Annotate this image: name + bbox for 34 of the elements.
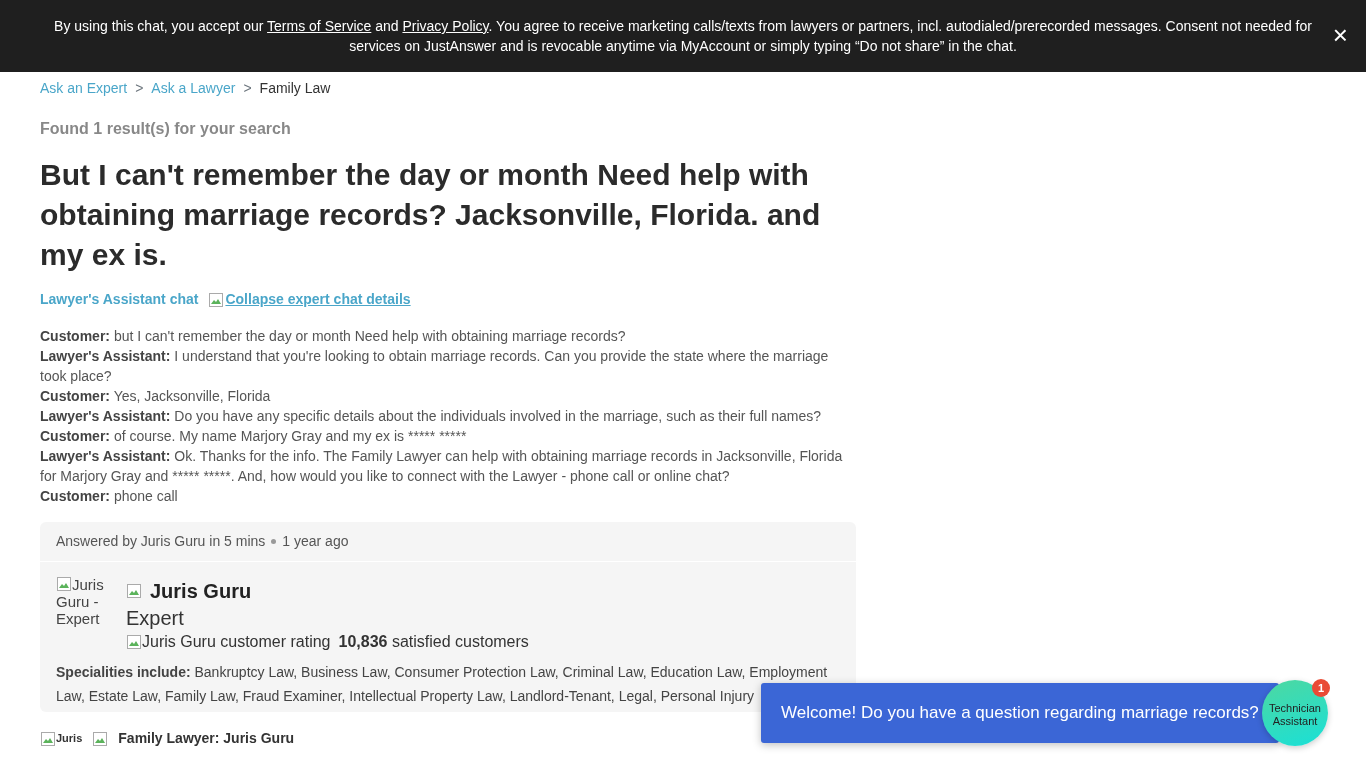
broken-image-icon [126,583,142,599]
rating-broken-image: Juris Guru customer rating [126,630,331,654]
chat-message: Customer: but I can't remember the day or month Need help with obtaining marriage records? [40,327,627,346]
chat-message: Lawyer's Assistant: Do you have any specific details about the individuals involved in the marriage, such as their full names? [40,407,822,426]
chat-message: Customer: of course. My name Marjory Gray and my ex is ***** ***** [40,427,468,446]
broken-image-icon [40,730,56,747]
author-label: Family Lawyer: Juris Guru [118,729,295,748]
breadcrumb-current: Family Law [259,79,331,98]
consent-text: By using this chat, you accept our Terms of Service and Privacy Policy. You agree to receive marketing calls/texts from lawyers or partners, incl. autodialed/prerecorded messages. Consent not needed for services on JustAnswer and is revocable anytime via MyAccount or simply typing “Do not share” in the chat. [53,17,1313,56]
chat-message: Lawyer's Assistant: Ok. Thanks for the info. The Family Lawyer can help with obtaining marriage records in Jacksonville, Florida for Marjory Gray and ***** *****. And, how would you like to connect with the Lawyer - phone call or online chat? [40,447,844,486]
broken-image-icon [208,291,225,308]
satisfied-customers: 10,836 satisfied customers [338,632,529,652]
chat-message: Customer: Yes, Jacksonville, Florida [40,387,272,406]
close-button[interactable]: × [1332,22,1348,48]
question-title: But I can't remember the day or month Need help with obtaining marriage records? Jacksonville, Florida. and my ex is. [40,157,822,273]
broken-image-icon [92,730,109,747]
separator-dot [271,539,277,544]
avatar-broken-image: Juris Guru - Expert [56,576,105,629]
notification-badge: 1 [1312,679,1330,697]
broken-image-icon [126,634,142,650]
results-note: Found 1 result(s) for your search [40,119,292,139]
time-ago: 1 year ago [282,532,349,551]
breadcrumb-separator: > [135,79,144,98]
breadcrumb-separator: > [243,79,252,98]
policy-link[interactable]: Terms of Service [267,18,372,34]
chat-heading: Lawyer's Assistant chat [40,290,199,309]
policy-link[interactable]: Privacy Policy [402,18,489,34]
answered-by: Answered by Juris Guru in 5 mins [56,532,266,551]
chat-message: Lawyer's Assistant: I understand that you're looking to obtain marriage records. Can you provide the state where the marriage took place? [40,347,830,386]
author-avatar-broken-image: Juris [40,730,83,747]
expert-name: Juris Guru [150,579,252,604]
expert-role: Expert [126,606,185,630]
broken-image-icon [56,576,72,592]
chat-message: Customer: phone call [40,487,179,506]
